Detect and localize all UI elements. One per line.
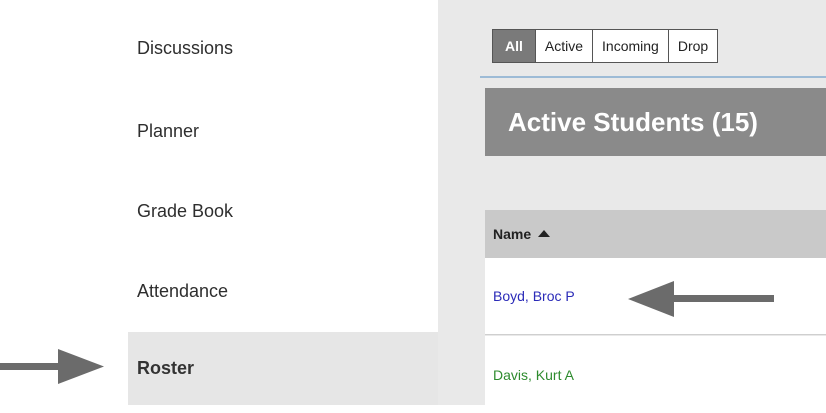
tab-incoming[interactable]: Incoming	[593, 29, 669, 63]
arrow-pointer-icon	[0, 349, 104, 384]
roster-content: All Active Incoming Drop Active Students…	[438, 0, 826, 413]
arrow-pointer-icon	[628, 281, 774, 317]
page-title: Active Students (15)	[485, 88, 826, 156]
tab-divider	[480, 76, 826, 78]
sidebar-item-discussions[interactable]: Discussions	[128, 13, 438, 83]
sidebar-item-grade-book[interactable]: Grade Book	[128, 176, 438, 246]
student-link[interactable]: Davis, Kurt A	[493, 367, 574, 383]
sidebar-item-roster[interactable]: Roster	[128, 332, 438, 405]
tab-active[interactable]: Active	[535, 29, 594, 63]
table-row: Davis, Kurt A	[485, 336, 826, 413]
tab-all[interactable]: All	[492, 29, 536, 63]
sidebar-item-planner[interactable]: Planner	[128, 96, 438, 166]
sort-ascending-icon	[538, 229, 551, 237]
tab-drop[interactable]: Drop	[668, 29, 719, 63]
filter-tabs: All Active Incoming Drop	[492, 29, 719, 63]
sidebar-nav: Discussions Planner Grade Book Attendanc…	[0, 0, 438, 405]
column-header-name[interactable]: Name	[485, 210, 826, 258]
sidebar-item-attendance[interactable]: Attendance	[128, 256, 438, 326]
student-link[interactable]: Boyd, Broc P	[493, 288, 575, 304]
column-header-label: Name	[493, 226, 532, 242]
